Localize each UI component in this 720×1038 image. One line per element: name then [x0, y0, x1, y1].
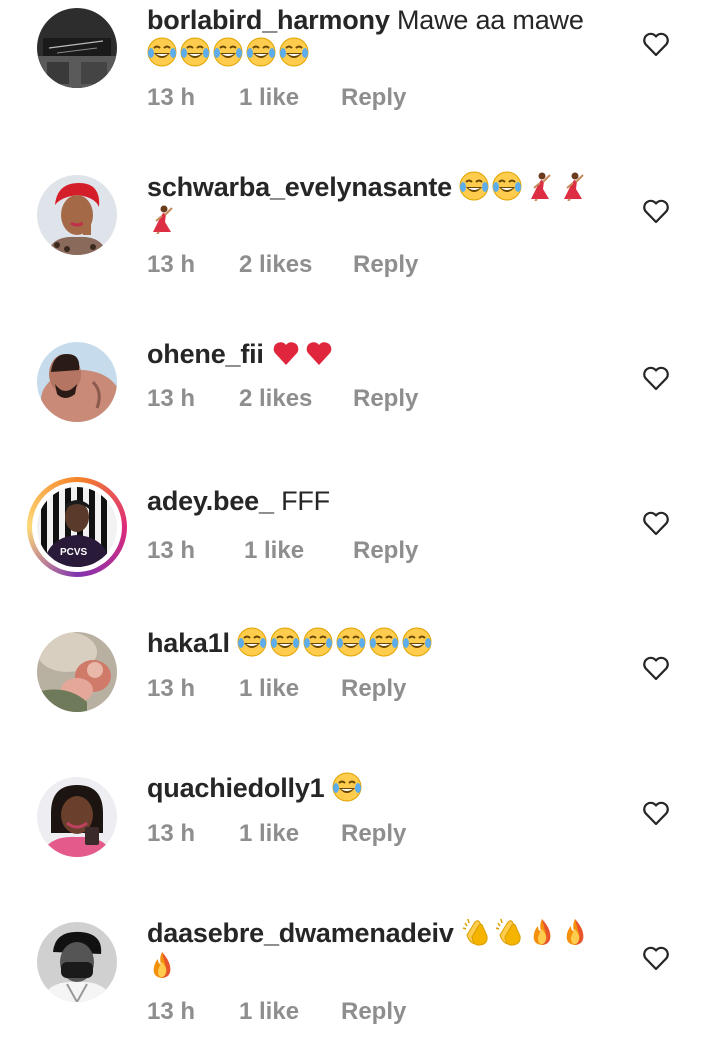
comment-text-line: schwarba_evelynasante — [147, 171, 607, 237]
comment-likes[interactable]: 1 like — [239, 84, 299, 112]
face-with-tears-of-joy-icon — [336, 627, 367, 657]
face-with-tears-of-joy-icon — [237, 627, 268, 657]
reply-button[interactable]: Reply — [341, 998, 406, 1026]
fire-icon — [533, 919, 551, 945]
woman-dancing-icon — [530, 171, 552, 201]
fire-icon — [153, 952, 171, 978]
face-with-tears-of-joy-icon — [402, 627, 433, 657]
comment-text-line: borlabird_harmony Mawe aa mawe — [147, 4, 607, 70]
avatar[interactable] — [37, 175, 117, 255]
face-with-tears-of-joy-icon — [459, 171, 490, 201]
heart-outline-icon[interactable] — [642, 31, 670, 57]
fire-icon — [566, 919, 584, 945]
avatar[interactable] — [37, 8, 117, 88]
heart-outline-icon[interactable] — [642, 800, 670, 826]
avatar[interactable] — [37, 632, 117, 712]
comment-time: 13 h — [147, 675, 196, 702]
comment-username[interactable]: borlabird_harmony — [147, 5, 390, 35]
comment-likes[interactable]: 1 like — [239, 998, 299, 1026]
comment-text: FFF — [281, 486, 330, 516]
comment-text-line: quachiedolly1 — [147, 772, 607, 805]
comment-likes[interactable]: 2 likes — [239, 251, 312, 279]
heart-outline-icon[interactable] — [642, 655, 670, 681]
comment-username[interactable]: quachiedolly1 — [147, 773, 325, 803]
comment-text-line: haka1l — [147, 627, 607, 660]
comment-likes[interactable]: 1 like — [244, 537, 304, 565]
reply-button[interactable]: Reply — [341, 675, 406, 703]
comment-username[interactable]: ohene_fii — [147, 339, 264, 369]
comment-time: 13 h — [147, 998, 196, 1025]
face-with-tears-of-joy-icon — [331, 772, 362, 802]
reply-button[interactable]: Reply — [353, 537, 418, 565]
face-with-tears-of-joy-icon — [279, 37, 309, 67]
comment-text-line: adey.bee_ FFF — [147, 485, 607, 518]
red-heart-icon — [273, 342, 299, 365]
comment-text-line: ohene_fii — [147, 338, 607, 371]
reply-button[interactable]: Reply — [353, 385, 418, 413]
face-with-tears-of-joy-icon — [369, 627, 400, 657]
comment-username[interactable]: daasebre_dwamenadeiv — [147, 918, 454, 948]
comment-username[interactable]: adey.bee_ — [147, 486, 274, 516]
face-with-tears-of-joy-icon — [147, 37, 177, 67]
heart-outline-icon[interactable] — [642, 198, 670, 224]
woman-dancing-icon — [152, 204, 173, 234]
comment-text: Mawe aa mawe — [396, 5, 584, 35]
comment-likes[interactable]: 2 likes — [239, 385, 312, 413]
face-with-tears-of-joy-icon — [492, 171, 523, 201]
avatar[interactable] — [37, 777, 117, 857]
face-with-tears-of-joy-icon — [213, 37, 243, 67]
comment-username[interactable]: haka1l — [147, 628, 230, 658]
heart-outline-icon[interactable] — [642, 365, 670, 391]
comment-time: 13 h — [147, 820, 196, 847]
face-with-tears-of-joy-icon — [270, 627, 301, 657]
comment-likes[interactable]: 1 like — [239, 675, 299, 703]
heart-outline-icon[interactable] — [642, 945, 670, 971]
comment-username[interactable]: schwarba_evelynasante — [147, 172, 452, 202]
avatar-shirt-text: PCVS — [60, 547, 88, 558]
heart-outline-icon[interactable] — [642, 510, 670, 536]
red-heart-icon — [306, 342, 332, 365]
avatar: PCVS — [37, 487, 117, 567]
comment-time: 13 h — [147, 385, 196, 412]
avatar-story-ring[interactable]: PCVS — [27, 477, 127, 577]
reply-button[interactable]: Reply — [341, 820, 406, 848]
avatar[interactable] — [37, 922, 117, 1002]
reply-button[interactable]: Reply — [341, 84, 406, 112]
clapping-hands-icon — [462, 918, 488, 946]
face-with-tears-of-joy-icon — [303, 627, 334, 657]
comment-time: 13 h — [147, 251, 196, 278]
face-with-tears-of-joy-icon — [246, 37, 276, 67]
clapping-hands-icon — [495, 918, 521, 946]
avatar[interactable] — [37, 342, 117, 422]
comment-text-line: daasebre_dwamenadeiv — [147, 917, 607, 983]
reply-button[interactable]: Reply — [353, 251, 418, 279]
woman-dancing-icon — [563, 171, 585, 201]
comment-time: 13 h — [147, 537, 196, 564]
comment-likes[interactable]: 1 like — [239, 820, 299, 848]
face-with-tears-of-joy-icon — [180, 37, 210, 67]
comment-time: 13 h — [147, 84, 196, 111]
